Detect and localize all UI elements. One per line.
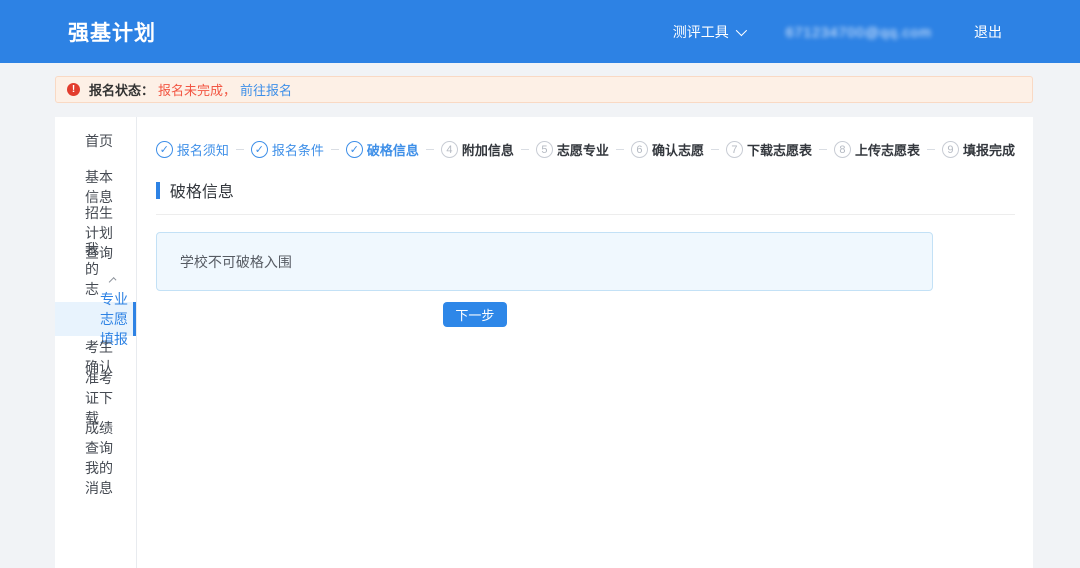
step-connector [330, 149, 339, 150]
step-label: 上传志愿表 [854, 143, 920, 158]
status-value: 报名未完成， [158, 83, 237, 98]
step-label: 报名须知 [176, 143, 229, 158]
check-icon: ✓ [345, 141, 363, 158]
step-connector [818, 149, 827, 150]
notice-text: 学校不可破格入围 [179, 253, 292, 270]
stepper-step-8: 8 上传志愿表 [833, 140, 920, 159]
sidebar-item-home[interactable]: 首页 [55, 118, 136, 164]
step-connector [615, 149, 624, 150]
sidebar-item-admission-ticket-download[interactable]: 准考证下载 [55, 370, 136, 426]
step-label: 报名条件 [271, 143, 324, 158]
sidebar-item-major-application[interactable]: 专业志愿填报 [55, 291, 136, 347]
sidebar: 首页 基本信息 招生计划查询 我的志愿 专业志愿填报 考生确认 准考证下载 成绩… [55, 117, 137, 568]
sidebar-item-label: 首页 [85, 133, 113, 149]
chevron-down-icon [735, 24, 747, 36]
content-area: ✓ 报名须知 ✓ 报名条件 ✓ 破格信息 4 附加信息 5 志愿专业 6 确认志… [137, 117, 1033, 568]
sidebar-item-label: 成绩查询 [85, 420, 113, 456]
sidebar-item-score-query[interactable]: 成绩查询 [55, 418, 136, 458]
divider [155, 214, 1015, 215]
stepper-step-5: 5 志愿专业 [535, 140, 609, 159]
stepper-step-6: 6 确认志愿 [630, 140, 704, 159]
step-number: 4 [440, 141, 458, 158]
title-accent-bar [155, 181, 160, 199]
stepper-step-7: 7 下载志愿表 [725, 140, 812, 159]
evaluation-tools-dropdown[interactable]: 测评工具 [672, 22, 747, 42]
go-register-link[interactable]: 前往报名 [240, 80, 292, 99]
next-step-button[interactable]: 下一步 [442, 302, 507, 327]
progress-stepper: ✓ 报名须知 ✓ 报名条件 ✓ 破格信息 4 附加信息 5 志愿专业 6 确认志… [155, 140, 1015, 159]
stepper-step-4: 4 附加信息 [440, 140, 514, 159]
step-number: 5 [535, 141, 553, 158]
notice-box: 学校不可破格入围 [155, 232, 933, 291]
registration-status-alert: ! 报名状态： 报名未完成， 前往报名 [55, 76, 1033, 103]
section-header: 破格信息 [155, 178, 1015, 202]
step-label: 填报完成 [962, 143, 1015, 158]
user-email-masked: 671234700@qq.com [785, 23, 932, 40]
step-connector [710, 149, 719, 150]
sidebar-item-label: 基本信息 [85, 169, 113, 205]
step-label: 下载志愿表 [746, 143, 812, 158]
step-connector [425, 149, 434, 150]
step-label: 志愿专业 [556, 143, 609, 158]
page-title: 破格信息 [169, 184, 234, 201]
stepper-step-3: ✓ 破格信息 [345, 140, 419, 159]
status-label: 报名状态： [89, 83, 155, 98]
step-label: 确认志愿 [651, 143, 704, 158]
main-card: 首页 基本信息 招生计划查询 我的志愿 专业志愿填报 考生确认 准考证下载 成绩… [55, 117, 1033, 568]
stepper-step-1: ✓ 报名须知 [155, 140, 229, 159]
logout-button[interactable]: 退出 [974, 22, 1002, 42]
check-icon: ✓ [250, 141, 268, 158]
step-number: 6 [630, 141, 648, 158]
step-number: 9 [941, 141, 959, 158]
top-bar-right: 测评工具 671234700@qq.com 退出 [673, 22, 1002, 42]
step-number: 7 [725, 141, 743, 158]
stepper-step-9: 9 填报完成 [941, 140, 1015, 159]
step-connector [926, 149, 935, 150]
step-connector [520, 149, 529, 150]
stepper-step-2: ✓ 报名条件 [250, 140, 324, 159]
sidebar-item-label: 我的消息 [85, 460, 113, 496]
evaluation-tools-label: 测评工具 [672, 23, 729, 40]
sidebar-item-my-messages[interactable]: 我的消息 [55, 458, 136, 498]
warning-icon: ! [67, 83, 80, 96]
step-label: 附加信息 [461, 143, 514, 158]
step-number: 8 [833, 141, 851, 158]
step-connector [235, 149, 244, 150]
check-icon: ✓ [155, 141, 173, 158]
app-title: 强基计划 [68, 21, 156, 45]
step-label: 破格信息 [366, 143, 419, 158]
top-bar: 强基计划 测评工具 671234700@qq.com 退出 [0, 0, 1080, 63]
